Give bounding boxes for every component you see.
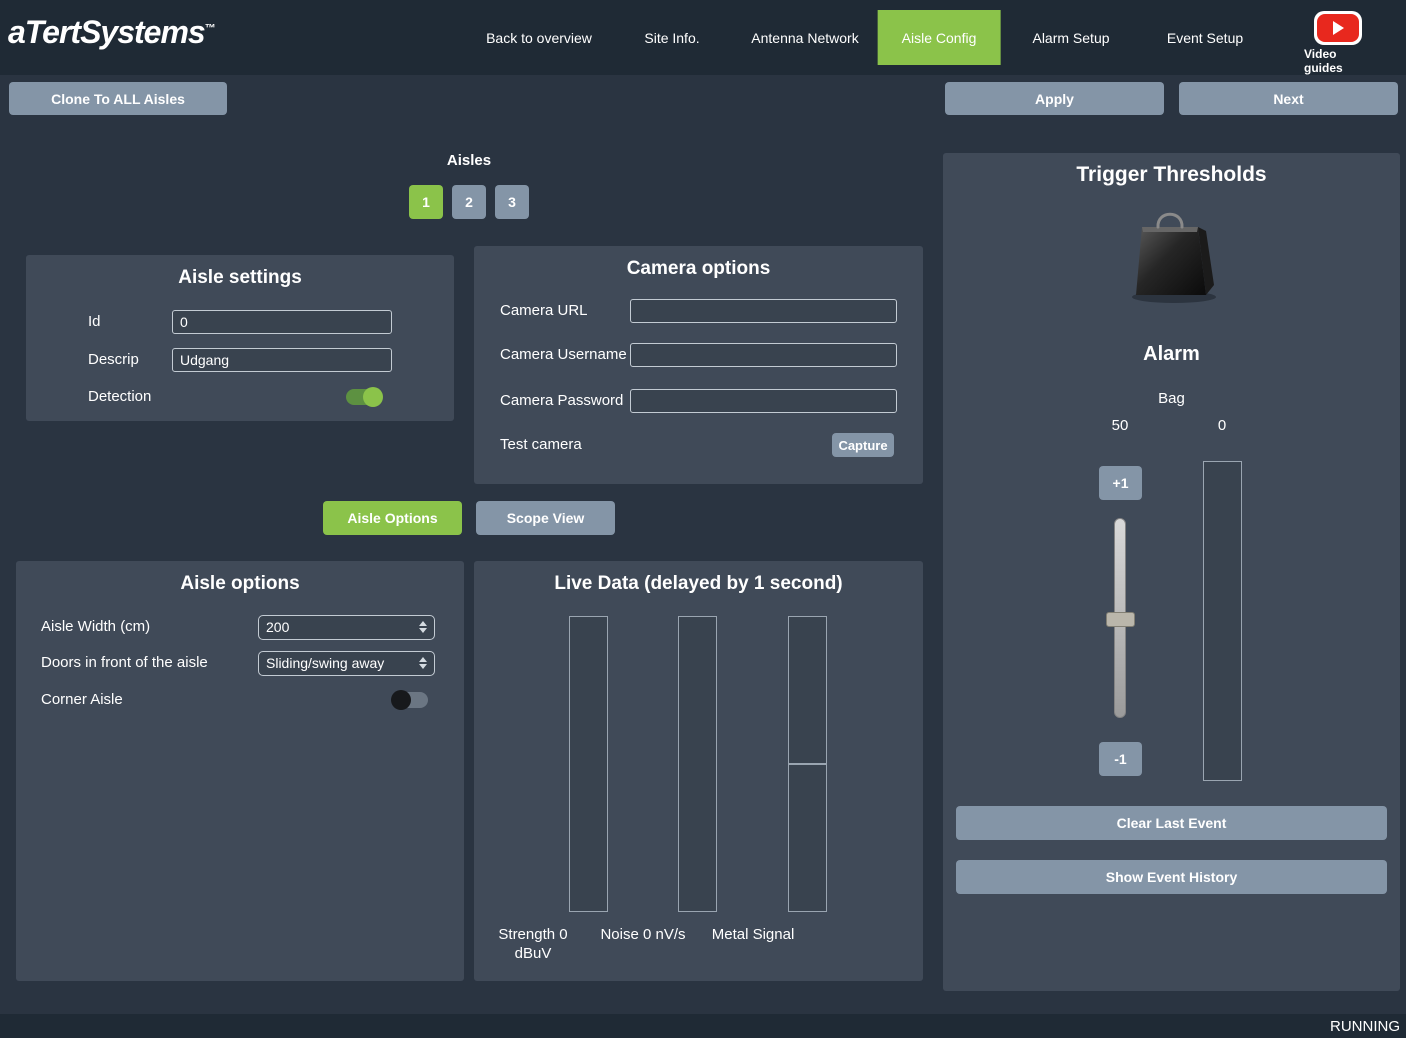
live-data-title: Live Data (delayed by 1 second) — [474, 573, 923, 595]
metal-signal-bar-divider — [789, 763, 826, 765]
corner-aisle-row: Corner Aisle — [41, 687, 435, 713]
metal-signal-bar-label: Metal Signal — [712, 925, 795, 944]
live-data-panel: Live Data (delayed by 1 second) Strength… — [474, 561, 923, 981]
nav-antenna-network[interactable]: Antenna Network — [751, 0, 858, 75]
aisle-width-value: 200 — [266, 619, 289, 635]
aisle-tab-1[interactable]: 1 — [409, 185, 443, 219]
trademark-symbol: ™ — [205, 22, 215, 34]
clone-to-all-aisles-button[interactable]: Clone To ALL Aisles — [9, 82, 227, 115]
next-button[interactable]: Next — [1179, 82, 1398, 115]
threshold-value: 50 — [1112, 417, 1129, 434]
nav-aisle-config[interactable]: Aisle Config — [878, 10, 1001, 65]
camera-url-label: Camera URL — [500, 302, 630, 320]
doors-label: Doors in front of the aisle — [41, 654, 258, 672]
aisle-options-title: Aisle options — [16, 573, 464, 595]
capture-button[interactable]: Capture — [832, 433, 894, 457]
noise-bar — [678, 616, 717, 912]
descrip-row: Descrip — [88, 347, 392, 373]
id-row: Id — [88, 309, 392, 335]
camera-options-panel: Camera options Camera URL Camera Usernam… — [474, 246, 923, 484]
status-bar: RUNNING — [0, 1014, 1406, 1038]
brand-logo: aTertSystems™ — [8, 14, 215, 51]
signal-level-bar — [1203, 461, 1242, 781]
metal-signal-bar — [788, 616, 827, 912]
camera-url-input[interactable] — [630, 299, 897, 323]
alarm-label: Alarm — [943, 343, 1400, 366]
nav-event-setup[interactable]: Event Setup — [1167, 0, 1243, 75]
test-camera-row: Test camera Capture — [500, 432, 894, 458]
aisle-width-select[interactable]: 200 — [258, 615, 435, 640]
camera-username-row: Camera Username — [500, 336, 897, 374]
nav-back-to-overview[interactable]: Back to overview — [486, 0, 592, 75]
test-camera-label: Test camera — [500, 436, 582, 454]
descrip-input[interactable] — [172, 348, 392, 372]
noise-bar-label: Noise 0 nV/s — [600, 925, 685, 944]
apply-button[interactable]: Apply — [945, 82, 1164, 115]
doors-value: Sliding/swing away — [266, 655, 384, 671]
strength-bar — [569, 616, 608, 912]
id-input[interactable] — [172, 310, 392, 334]
detection-toggle-knob — [363, 387, 383, 407]
level-value: 0 — [1218, 417, 1226, 434]
corner-aisle-label: Corner Aisle — [41, 691, 123, 709]
id-label: Id — [88, 313, 172, 331]
decrement-button[interactable]: -1 — [1099, 742, 1142, 776]
shopping-bag-icon — [1124, 205, 1220, 305]
scope-view-button[interactable]: Scope View — [476, 501, 615, 535]
strength-bar-label: Strength 0 dBuV — [498, 925, 567, 963]
header: aTertSystems™ Back to overview Site Info… — [0, 0, 1406, 75]
detection-toggle[interactable] — [346, 389, 382, 405]
aisle-tab-3[interactable]: 3 — [495, 185, 529, 219]
corner-aisle-toggle[interactable] — [392, 692, 428, 708]
doors-select[interactable]: Sliding/swing away — [258, 651, 435, 676]
camera-options-title: Camera options — [474, 258, 923, 280]
aisle-width-row: Aisle Width (cm) 200 — [41, 614, 435, 640]
increment-button[interactable]: +1 — [1099, 466, 1142, 500]
video-guides-label: Video guides — [1304, 47, 1372, 75]
camera-username-input[interactable] — [630, 343, 897, 367]
play-icon — [1333, 21, 1344, 35]
camera-url-row: Camera URL — [500, 298, 897, 324]
aisle-options-panel: Aisle options Aisle Width (cm) 200 Doors… — [16, 561, 464, 981]
descrip-label: Descrip — [88, 351, 172, 369]
select-arrows-icon — [419, 657, 427, 669]
aisle-options-view-button[interactable]: Aisle Options — [323, 501, 462, 535]
aisles-title: Aisles — [447, 152, 491, 169]
aisle-settings-title: Aisle settings — [26, 267, 454, 289]
camera-password-input[interactable] — [630, 389, 897, 413]
camera-username-label: Camera Username — [500, 346, 630, 364]
detection-label: Detection — [88, 388, 151, 406]
doors-row: Doors in front of the aisle Sliding/swin… — [41, 650, 435, 676]
youtube-icon-inner — [1317, 14, 1359, 42]
detection-row: Detection — [88, 384, 392, 410]
corner-aisle-toggle-knob — [391, 690, 411, 710]
select-arrows-icon — [419, 621, 427, 633]
aisle-settings-panel: Aisle settings Id Descrip Detection — [26, 255, 454, 421]
clear-last-event-button[interactable]: Clear Last Event — [956, 806, 1387, 840]
bag-label: Bag — [943, 390, 1400, 407]
nav-alarm-setup[interactable]: Alarm Setup — [1032, 0, 1109, 75]
aisle-width-label: Aisle Width (cm) — [41, 618, 258, 636]
running-status: RUNNING — [1330, 1018, 1400, 1035]
camera-password-label: Camera Password — [500, 392, 630, 410]
aisle-tab-2[interactable]: 2 — [452, 185, 486, 219]
camera-password-row: Camera Password — [500, 382, 897, 420]
threshold-slider-handle[interactable] — [1106, 612, 1135, 627]
show-event-history-button[interactable]: Show Event History — [956, 860, 1387, 894]
aisle-tabs: 1 2 3 — [409, 185, 529, 219]
video-guides-link[interactable]: Video guides — [1304, 11, 1372, 75]
youtube-icon[interactable] — [1314, 11, 1362, 45]
brand-logo-text: aTertSystems — [8, 14, 205, 50]
trigger-thresholds-title: Trigger Thresholds — [943, 163, 1400, 187]
nav-site-info[interactable]: Site Info. — [644, 0, 699, 75]
trigger-thresholds-panel: Trigger Thresholds Alarm Bag 50 0 +1 -1 … — [943, 153, 1400, 991]
